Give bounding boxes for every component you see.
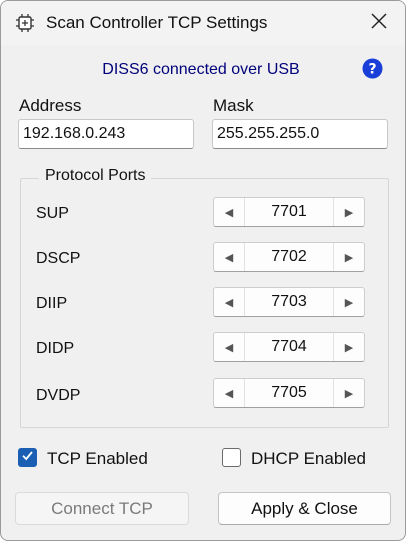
left-arrow-icon: ◀ [224,296,234,309]
right-arrow-icon: ▶ [344,251,354,264]
left-arrow-icon: ◀ [224,206,234,219]
port-value-dvdp[interactable]: 7705 [244,384,334,402]
increment-button[interactable]: ▶ [334,333,364,361]
left-arrow-icon: ◀ [224,341,234,354]
port-spinner-diip: ◀ 7703 ▶ [213,287,365,317]
decrement-button[interactable]: ◀ [214,379,244,407]
port-spinner-didp: ◀ 7704 ▶ [213,332,365,362]
decrement-button[interactable]: ◀ [214,198,244,226]
decrement-button[interactable]: ◀ [214,243,244,271]
help-icon[interactable]: ? [362,58,383,79]
close-icon [370,12,388,35]
right-arrow-icon: ▶ [344,341,354,354]
increment-button[interactable]: ▶ [334,379,364,407]
close-button[interactable] [359,7,399,39]
port-value-didp[interactable]: 7704 [244,338,334,356]
settings-dialog: Scan Controller TCP Settings DISS6 conne… [0,0,406,541]
connect-tcp-button[interactable]: Connect TCP [15,492,189,525]
right-arrow-icon: ▶ [344,206,354,219]
port-value-diip[interactable]: 7703 [244,293,334,311]
scan-controller-icon [14,12,36,34]
title-bar: Scan Controller TCP Settings [1,1,405,45]
port-label-diip: DIIP [36,295,68,312]
port-spinner-dvdp: ◀ 7705 ▶ [213,378,365,408]
port-label-sup: SUP [36,205,69,222]
connection-status: DISS6 connected over USB [102,61,300,78]
increment-button[interactable]: ▶ [334,243,364,271]
decrement-button[interactable]: ◀ [214,288,244,316]
protocol-ports-title: Protocol Ports [39,167,152,185]
increment-button[interactable]: ▶ [334,288,364,316]
port-spinner-dscp: ◀ 7702 ▶ [213,242,365,272]
right-arrow-icon: ▶ [344,296,354,309]
svg-text:?: ? [368,62,376,78]
increment-button[interactable]: ▶ [334,198,364,226]
dhcp-enabled-checkbox[interactable] [222,448,241,467]
mask-label: Mask [213,96,254,115]
decrement-button[interactable]: ◀ [214,333,244,361]
window-title: Scan Controller TCP Settings [46,13,268,32]
apply-close-button[interactable]: Apply & Close [218,492,391,525]
left-arrow-icon: ◀ [224,251,234,264]
tcp-enabled-checkbox[interactable] [18,448,37,467]
port-value-dscp[interactable]: 7702 [244,248,334,266]
port-label-didp: DIDP [36,340,75,357]
mask-field[interactable]: 255.255.255.0 [212,119,388,149]
left-arrow-icon: ◀ [224,387,234,400]
checkmark-icon [21,449,34,467]
port-spinner-sup: ◀ 7701 ▶ [213,197,365,227]
address-label: Address [19,96,82,115]
dhcp-enabled-label[interactable]: DHCP Enabled [251,449,366,469]
port-label-dscp: DSCP [36,250,81,267]
tcp-enabled-label[interactable]: TCP Enabled [47,449,148,469]
port-label-dvdp: DVDP [36,387,81,404]
address-field[interactable]: 192.168.0.243 [18,119,194,149]
right-arrow-icon: ▶ [344,387,354,400]
port-value-sup[interactable]: 7701 [244,203,334,221]
